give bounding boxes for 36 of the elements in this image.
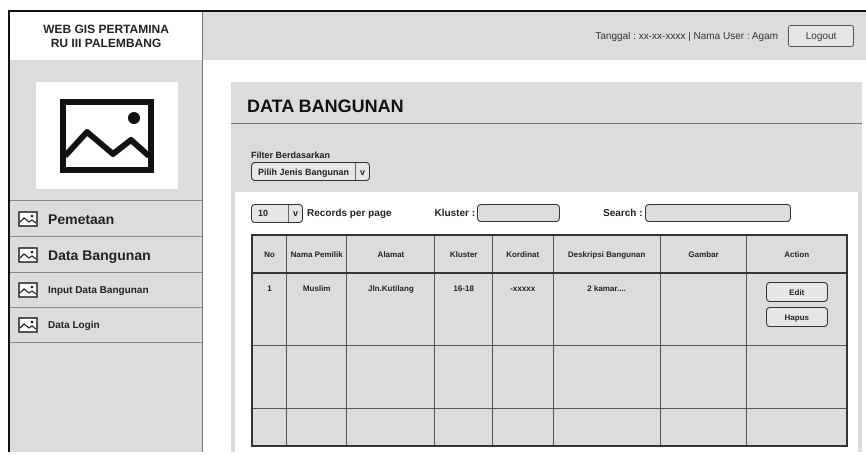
table-cell: Jln.Kutilang bbox=[346, 273, 435, 345]
image-icon bbox=[18, 317, 38, 333]
search-field[interactable] bbox=[644, 204, 791, 222]
search-label: Search : bbox=[603, 208, 643, 218]
column-header: No bbox=[252, 235, 286, 273]
page-title: DATA BANGUNAN bbox=[247, 96, 405, 117]
action-button[interactable]: Edit bbox=[766, 282, 828, 302]
sidebar-item[interactable]: Data Bangunan bbox=[10, 237, 202, 273]
image-icon bbox=[18, 282, 38, 298]
column-header: Kluster bbox=[434, 235, 492, 273]
sidebar-item[interactable]: Pemetaan bbox=[10, 201, 202, 237]
logout-button[interactable]: Logout bbox=[788, 25, 854, 47]
user-info: Tanggal : xx-xx-xxxx | Nama User : Agam bbox=[595, 30, 778, 42]
filter-label: Filter Berdasarkan bbox=[251, 150, 330, 160]
sidebar-item[interactable]: Data Login bbox=[10, 308, 202, 343]
sidebar-item[interactable]: Input Data Bangunan bbox=[10, 273, 202, 308]
image-icon bbox=[59, 98, 155, 174]
image-icon bbox=[18, 210, 38, 226]
table-cell: 2 kamar.... bbox=[553, 273, 660, 345]
kluster-label: Kluster : bbox=[434, 208, 476, 218]
app-title: WEB GIS PERTAMINA RU III PALEMBANG bbox=[43, 22, 169, 50]
table-cell: Muslim bbox=[286, 273, 347, 345]
records-dropdown[interactable]: 10 v bbox=[251, 204, 304, 222]
records-label: Records per page bbox=[307, 208, 392, 218]
column-header: Kordinat bbox=[492, 235, 554, 273]
kluster-field[interactable] bbox=[477, 204, 560, 222]
table-cell: -xxxxx bbox=[492, 273, 554, 345]
building-type-dropdown[interactable]: Pilih Jenis Bangunan v bbox=[251, 162, 370, 181]
table-cell: 1 bbox=[252, 273, 286, 345]
column-header: Gambar bbox=[660, 235, 747, 273]
column-header: Deskripsi Bangunan bbox=[553, 235, 660, 273]
column-header: Alamat bbox=[346, 235, 435, 273]
column-header: Nama Pemilik bbox=[286, 235, 347, 273]
action-button[interactable]: Hapus bbox=[766, 307, 828, 327]
table-cell: 16-18 bbox=[434, 273, 492, 345]
image-icon bbox=[18, 246, 38, 262]
